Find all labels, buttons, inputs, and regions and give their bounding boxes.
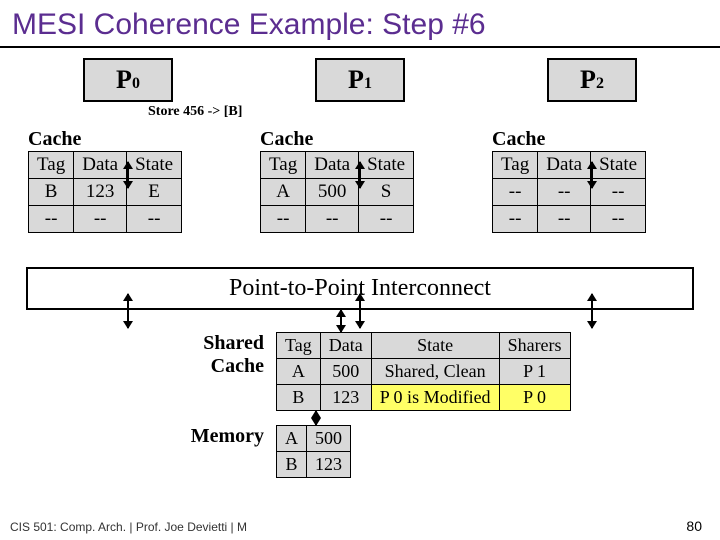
- slide-title: MESI Coherence Example: Step #6: [0, 0, 720, 48]
- lower-region: Shared Cache Tag Data State Sharers A 50…: [0, 332, 720, 478]
- memory-row: Memory A 500 B 123: [26, 425, 694, 478]
- processor-box-1: P1: [315, 58, 405, 102]
- cache-table-2: Tag Data State -- -- -- -- -- --: [492, 151, 646, 233]
- td: 123: [307, 452, 351, 478]
- td: S: [359, 179, 414, 206]
- td: --: [306, 206, 359, 233]
- td: Shared, Clean: [371, 359, 499, 385]
- th: Tag: [29, 152, 74, 179]
- th: Sharers: [499, 333, 570, 359]
- cache-label: Cache: [28, 128, 228, 151]
- td: --: [127, 206, 182, 233]
- td: A: [277, 426, 307, 452]
- td: --: [74, 206, 127, 233]
- th: State: [591, 152, 646, 179]
- td: 500: [320, 359, 371, 385]
- page-number: 80: [686, 518, 702, 534]
- arrow-icon: [359, 294, 361, 328]
- td: --: [261, 206, 306, 233]
- td: --: [538, 206, 591, 233]
- td: E: [127, 179, 182, 206]
- store-annotation: Store 456 -> [B]: [148, 104, 242, 120]
- th: State: [371, 333, 499, 359]
- proc-sub: 1: [364, 75, 372, 93]
- shared-cache-table: Tag Data State Sharers A 500 Shared, Cle…: [276, 332, 571, 411]
- td: P 1: [499, 359, 570, 385]
- td: --: [493, 179, 538, 206]
- arrow-icon: [315, 411, 317, 425]
- td: --: [591, 179, 646, 206]
- th: Tag: [261, 152, 306, 179]
- col-p0: P0 Store 456 -> [B] Cache Tag Data State…: [28, 58, 228, 233]
- proc-label: P: [116, 65, 132, 95]
- td: 123: [74, 179, 127, 206]
- th: Data: [306, 152, 359, 179]
- th: Data: [538, 152, 591, 179]
- arrow-icon: [359, 162, 361, 188]
- proc-sub: 2: [596, 75, 604, 93]
- proc-sub: 0: [132, 75, 140, 93]
- th: Data: [320, 333, 371, 359]
- cache-table-0: Tag Data State B 123 E -- -- --: [28, 151, 182, 233]
- shared-cache-row: Shared Cache Tag Data State Sharers A 50…: [26, 332, 694, 411]
- memory-table: A 500 B 123: [276, 425, 351, 478]
- col-p2: P2 Cache Tag Data State -- -- -- -- -- -…: [492, 58, 692, 233]
- arrow-icon: [591, 162, 593, 188]
- th: State: [359, 152, 414, 179]
- td: 500: [306, 179, 359, 206]
- td: --: [538, 179, 591, 206]
- proc-label: P: [348, 65, 364, 95]
- td: A: [277, 359, 321, 385]
- processor-box-0: P0: [83, 58, 173, 102]
- td: P 0: [499, 385, 570, 411]
- th: Tag: [493, 152, 538, 179]
- th: State: [127, 152, 182, 179]
- td: A: [261, 179, 306, 206]
- td: B: [277, 385, 321, 411]
- cache-table-1: Tag Data State A 500 S -- -- --: [260, 151, 414, 233]
- cache-label: Cache: [492, 128, 692, 151]
- footer-text: CIS 501: Comp. Arch. | Prof. Joe Deviett…: [10, 520, 247, 534]
- th: Data: [74, 152, 127, 179]
- td: --: [493, 206, 538, 233]
- processor-box-2: P2: [547, 58, 637, 102]
- arrow-icon: [591, 294, 593, 328]
- td: P 0 is Modified: [371, 385, 499, 411]
- td: --: [29, 206, 74, 233]
- arrow-icon: [340, 310, 342, 332]
- td: B: [29, 179, 74, 206]
- arrow-icon: [127, 162, 129, 188]
- arrow-icon: [127, 294, 129, 328]
- cache-label: Cache: [260, 128, 460, 151]
- col-p1: P1 Cache Tag Data State A 500 S -- -- --: [260, 58, 460, 233]
- td: --: [591, 206, 646, 233]
- td: 500: [307, 426, 351, 452]
- shared-cache-label: Shared Cache: [26, 332, 276, 378]
- td: --: [359, 206, 414, 233]
- td: B: [277, 452, 307, 478]
- td: 123: [320, 385, 371, 411]
- processor-columns: P0 Store 456 -> [B] Cache Tag Data State…: [0, 58, 720, 233]
- th: Tag: [277, 333, 321, 359]
- proc-label: P: [580, 65, 596, 95]
- memory-label: Memory: [26, 425, 276, 448]
